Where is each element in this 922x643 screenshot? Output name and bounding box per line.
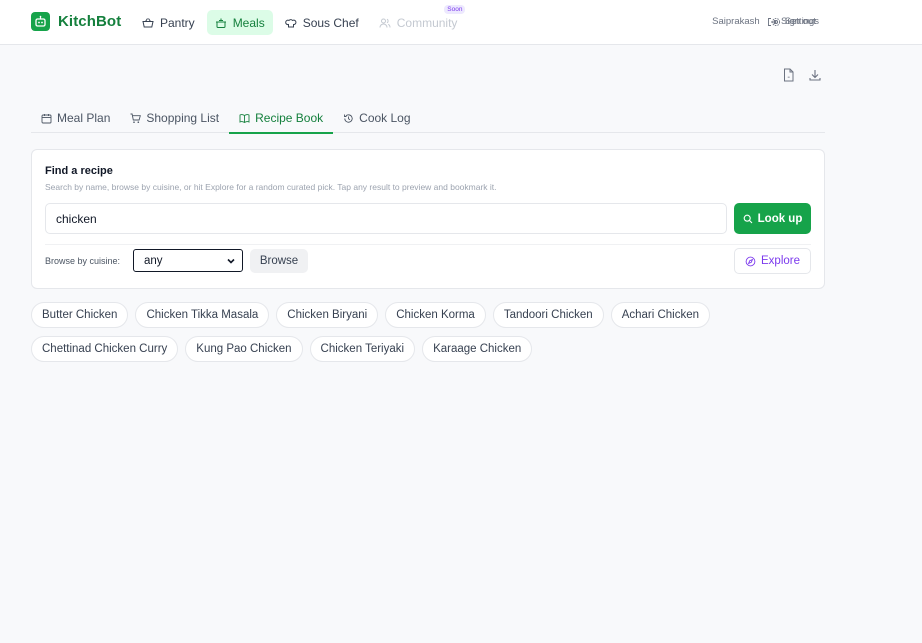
pot-icon — [215, 17, 227, 29]
brand[interactable]: KitchBot — [31, 12, 121, 31]
explore-label: Explore — [761, 255, 800, 267]
meals-tabs: Meal Plan Shopping List Recipe Book Cook… — [31, 103, 825, 134]
header-actions: ≡ — [782, 68, 822, 82]
nav-item-pantry[interactable]: Pantry — [134, 10, 203, 35]
search-icon — [743, 214, 753, 224]
book-icon — [239, 113, 250, 124]
download-icon[interactable] — [808, 68, 822, 82]
tab-cook-log[interactable]: Cook Log — [333, 103, 420, 133]
basket-icon — [142, 17, 154, 29]
recipe-results: Butter Chicken Chicken Tikka Masala Chic… — [31, 302, 711, 362]
top-nav-bar: KitchBot Pantry Meals Sous Chef Communit… — [0, 0, 922, 45]
divider — [45, 244, 811, 245]
nav-label: Community — [396, 15, 458, 30]
brand-name: KitchBot — [58, 13, 122, 30]
recipe-chip[interactable]: Achari Chicken — [610, 302, 711, 328]
nav-item-sous-chef[interactable]: Sous Chef — [277, 10, 367, 35]
tab-label: Shopping List — [146, 111, 220, 125]
signout-link[interactable]: Sign out — [767, 16, 816, 27]
signout-label: Sign out — [781, 16, 816, 27]
cuisine-select[interactable]: any — [133, 249, 243, 272]
sign-out-icon — [767, 17, 777, 27]
tab-shopping-list[interactable]: Shopping List — [120, 103, 229, 133]
svg-text:≡: ≡ — [788, 75, 791, 80]
history-icon — [343, 113, 354, 124]
recipe-chip[interactable]: Kung Pao Chicken — [185, 336, 303, 362]
recipe-chip[interactable]: Chicken Korma — [385, 302, 486, 328]
browse-label: Browse by cuisine: — [45, 256, 121, 266]
recipe-chip[interactable]: Chettinad Chicken Curry — [31, 336, 179, 362]
calendar-icon — [41, 113, 52, 124]
card-subtitle: Search by name, browse by cuisine, or hi… — [45, 182, 497, 192]
cart-icon — [130, 113, 142, 124]
cuisine-value: any — [144, 254, 163, 267]
browse-button[interactable]: Browse — [250, 249, 308, 273]
main-nav: Pantry Meals Sous Chef Community Soon — [134, 5, 466, 35]
tab-label: Cook Log — [359, 111, 411, 125]
tab-meal-plan[interactable]: Meal Plan — [31, 103, 120, 133]
nav-label: Meals — [232, 15, 265, 30]
export-document-icon[interactable]: ≡ — [782, 68, 796, 82]
card-title: Find a recipe — [45, 165, 113, 177]
soon-badge: Soon — [444, 5, 466, 14]
recipe-finder-card: Find a recipe Search by name, browse by … — [31, 149, 825, 289]
nav-item-community: Community Soon — [371, 5, 466, 35]
look-up-label: Look up — [757, 212, 803, 225]
recipe-chip[interactable]: Chicken Teriyaki — [309, 336, 416, 362]
recipe-chip[interactable]: Butter Chicken — [31, 302, 129, 328]
explore-button[interactable]: Explore — [734, 248, 811, 274]
chef-hat-icon — [284, 17, 297, 29]
users-icon — [379, 17, 391, 29]
compass-icon — [745, 256, 756, 267]
recipe-chip[interactable]: Chicken Biryani — [276, 302, 379, 328]
robot-logo-icon — [31, 12, 50, 31]
recipe-search-input[interactable] — [45, 203, 727, 234]
tab-label: Recipe Book — [255, 111, 324, 125]
tab-label: Meal Plan — [57, 111, 111, 125]
nav-label: Sous Chef — [302, 15, 359, 30]
recipe-chip[interactable]: Tandoori Chicken — [492, 302, 604, 328]
recipe-chip[interactable]: Karaage Chicken — [422, 336, 533, 362]
tab-recipe-book[interactable]: Recipe Book — [229, 103, 334, 134]
recipe-chip[interactable]: Chicken Tikka Masala — [135, 302, 270, 328]
nav-item-meals[interactable]: Meals — [206, 10, 273, 35]
chevron-down-icon — [226, 256, 236, 266]
look-up-button[interactable]: Look up — [734, 203, 811, 234]
username: Saiprakash — [712, 16, 760, 27]
nav-label: Pantry — [160, 15, 195, 30]
